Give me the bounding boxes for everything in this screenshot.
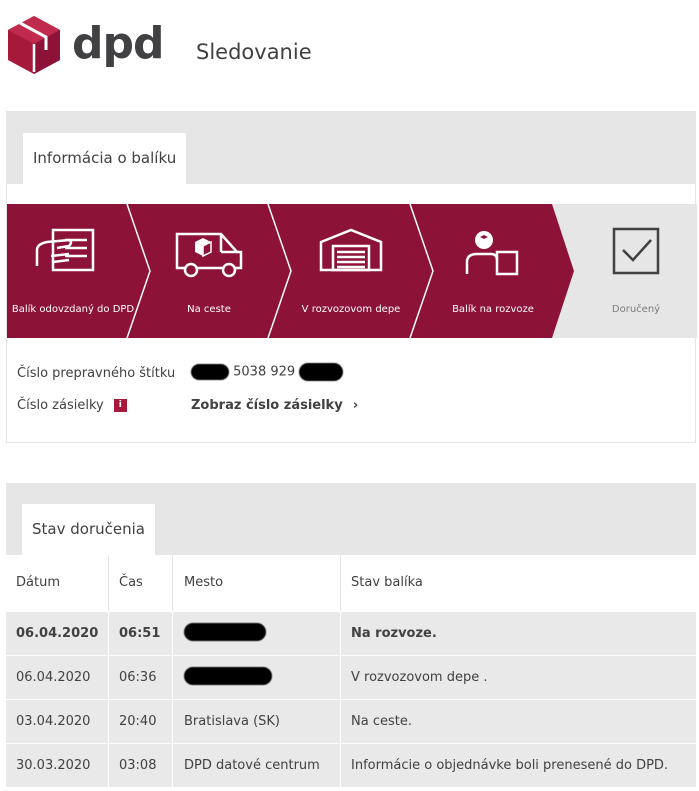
redacted-mark: [184, 667, 272, 685]
step-label-delivered: Doručený: [611, 304, 661, 315]
row-date: 30.03.2020: [16, 758, 91, 773]
redacted-mark: [184, 623, 266, 641]
step-label-depot: V rozvozovom depe: [301, 304, 401, 315]
tracking-progress-steps: Balík odovzdaný do DPD Na ceste V rozvoz…: [7, 204, 697, 338]
label-number-value: 5038 929: [191, 363, 344, 381]
row-time: 06:51: [119, 626, 161, 641]
row-date: 06.04.2020: [16, 626, 99, 641]
row-city: DPD datové centrum: [184, 758, 320, 773]
dpd-logo-text[interactable]: dpd: [72, 18, 164, 70]
row-time: 03:08: [119, 758, 157, 773]
table-header: Dátum Čas Mesto Stav balíka: [6, 555, 696, 611]
shipment-number-label: Číslo zásielky: [17, 398, 104, 413]
label-number-digits: 5038 929: [233, 364, 296, 380]
column-header-status: Stav balíka: [351, 575, 423, 590]
row-time: 20:40: [119, 714, 157, 729]
row-status: V rozvozovom depe .: [351, 670, 488, 685]
row-time: 06:36: [119, 670, 157, 685]
step-label-in-transit: Na ceste: [187, 304, 231, 315]
tab-package-info[interactable]: Informácia o balíku: [23, 133, 187, 184]
row-city: Bratislava (SK): [184, 714, 281, 729]
page-title: Sledovanie: [196, 40, 312, 64]
column-header-date: Dátum: [16, 575, 60, 590]
table-row: 06.04.2020 06:36 V rozvozovom depe .: [6, 655, 696, 699]
row-city: [184, 656, 272, 699]
column-header-city: Mesto: [184, 575, 224, 590]
column-header-time: Čas: [119, 575, 143, 590]
package-info-panel: Informácia o balíku Balík odovzdaný do D…: [6, 111, 697, 443]
delivery-status-table: Dátum Čas Mesto Stav balíka 06.04.2020 0…: [6, 555, 696, 787]
redacted-mark: [191, 364, 229, 380]
site-header: dpd Sledovanie: [0, 0, 699, 100]
step-bg-out-for-delivery: [410, 204, 574, 338]
chevron-right-icon[interactable]: ›: [353, 398, 358, 413]
dpd-cube-logo-icon[interactable]: [6, 14, 62, 76]
show-shipment-number-link[interactable]: Zobraz číslo zásielky ›: [191, 398, 358, 413]
row-date: 03.04.2020: [16, 714, 91, 729]
row-status: Na ceste.: [351, 714, 412, 729]
progress-steps-graphic: [7, 204, 697, 338]
table-row: 30.03.2020 03:08 DPD datové centrum Info…: [6, 743, 696, 787]
step-bg-in-transit: [127, 204, 291, 338]
label-number-label: Číslo prepravného štítku: [17, 366, 176, 381]
delivery-status-panel: Stav doručenia Dátum Čas Mesto Stav balí…: [6, 483, 696, 787]
info-icon[interactable]: i: [113, 399, 127, 412]
shipment-number-row: Číslo zásielky i: [17, 398, 127, 413]
row-city: [184, 612, 266, 655]
show-shipment-number-text[interactable]: Zobraz číslo zásielky: [191, 398, 343, 413]
row-status: Na rozvoze.: [351, 626, 437, 641]
row-date: 06.04.2020: [16, 670, 91, 685]
redacted-mark: [299, 363, 344, 381]
row-status: Informácie o objednávke boli prenesené d…: [351, 758, 669, 773]
step-label-out-for-delivery: Balík na rozvoze: [452, 304, 534, 315]
table-row: 03.04.2020 20:40 Bratislava (SK) Na cest…: [6, 699, 696, 743]
tab-delivery-status[interactable]: Stav doručenia: [22, 504, 155, 555]
table-row: 06.04.2020 06:51 Na rozvoze.: [6, 611, 696, 655]
step-label-handover: Balík odovzdaný do DPD: [11, 304, 135, 315]
